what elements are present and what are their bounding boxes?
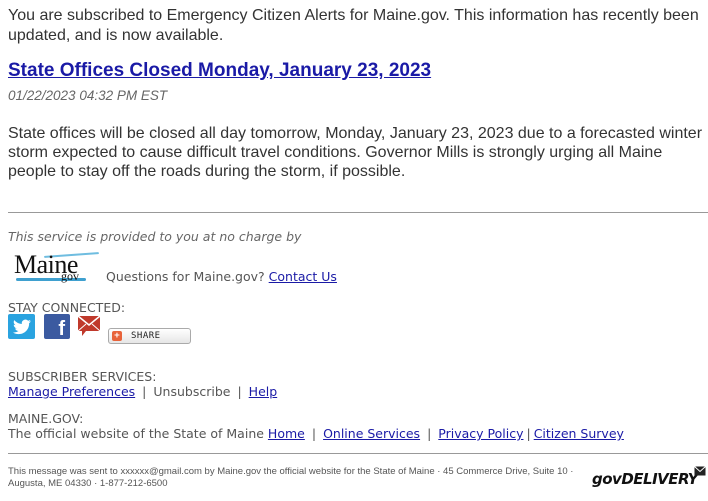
subscriber-services-heading: SUBSCRIBER SERVICES: <box>8 369 157 384</box>
home-link[interactable]: Home <box>268 426 305 441</box>
plus-icon: + <box>112 331 122 341</box>
maine-gov-links: The official website of the State of Mai… <box>8 426 624 441</box>
unsubscribe-link[interactable]: Unsubscribe <box>153 384 230 399</box>
article-title-link[interactable]: State Offices Closed Monday, January 23,… <box>8 60 431 82</box>
provider-note: This service is provided to you at no ch… <box>8 229 302 244</box>
maine-gov-description: The official website of the State of Mai… <box>8 426 264 441</box>
subscriber-links: Manage Preferences | Unsubscribe | Help <box>8 384 278 399</box>
questions-line: Questions for Maine.gov? Contact Us <box>106 269 337 284</box>
divider <box>8 453 708 454</box>
subscription-intro: You are subscribed to Emergency Citizen … <box>8 7 699 44</box>
footer-text: This message was sent to xxxxxx@gmail.co… <box>8 466 574 489</box>
govdelivery-logo[interactable]: govDELIVERY <box>592 470 699 488</box>
envelope-icon <box>694 463 706 476</box>
logo-subtext: gov <box>61 269 79 283</box>
email-icon[interactable] <box>77 315 101 337</box>
article-date: 01/22/2023 04:32 PM EST <box>8 88 168 103</box>
article-body: State offices will be closed all day tom… <box>8 125 703 180</box>
online-services-link[interactable]: Online Services <box>323 426 420 441</box>
citizen-survey-link[interactable]: Citizen Survey <box>534 426 624 441</box>
twitter-icon[interactable] <box>8 314 35 339</box>
share-button[interactable]: + SHARE <box>108 328 191 344</box>
contact-us-link[interactable]: Contact Us <box>269 269 337 284</box>
maine-gov-logo[interactable]: Maine gov <box>14 250 104 290</box>
questions-text: Questions for Maine.gov? <box>106 269 265 284</box>
maine-gov-heading: MAINE.GOV: <box>8 411 84 426</box>
stay-connected-heading: STAY CONNECTED: <box>8 300 126 315</box>
divider <box>8 212 708 213</box>
share-label: SHARE <box>131 331 161 341</box>
privacy-policy-link[interactable]: Privacy Policy <box>438 426 523 441</box>
help-link[interactable]: Help <box>249 384 278 399</box>
manage-preferences-link[interactable]: Manage Preferences <box>8 384 135 399</box>
facebook-icon[interactable]: f <box>44 314 70 340</box>
